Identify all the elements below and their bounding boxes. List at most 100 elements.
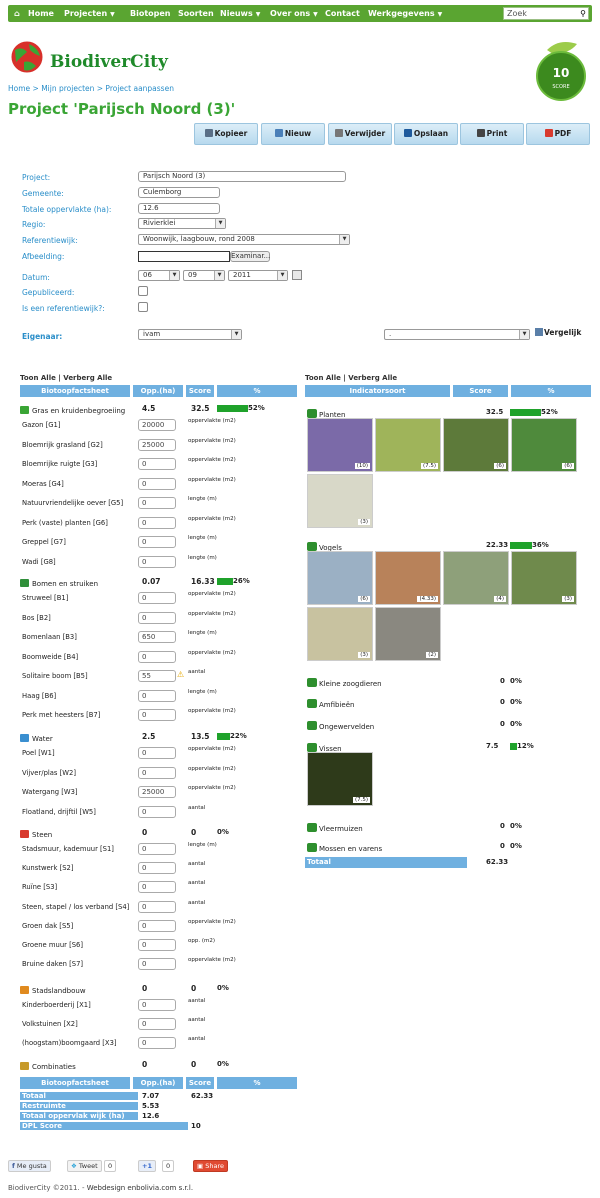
category-pct-bar — [217, 578, 233, 585]
row-input[interactable]: 0 — [138, 747, 176, 759]
nav-nieuws[interactable]: Nieuws ▼ — [220, 5, 260, 22]
home-icon[interactable]: ⌂ — [14, 5, 20, 22]
month-select[interactable]: 09 ▼ — [183, 270, 225, 281]
row-input[interactable]: 0 — [138, 1037, 176, 1050]
year-select[interactable]: 2011 ▼ — [228, 270, 288, 281]
breadcrumb[interactable]: Home > Mijn projecten > Project aanpasse… — [8, 84, 174, 93]
calendar-icon[interactable] — [292, 270, 302, 280]
row-input[interactable]: 0 — [138, 689, 176, 702]
row-input[interactable]: 0 — [138, 805, 176, 818]
search-icon[interactable]: ⚲ — [580, 8, 586, 19]
species-photo[interactable]: (6) — [511, 418, 577, 472]
indicator-pct: 52% — [541, 408, 558, 416]
row-input[interactable]: 0 — [138, 958, 176, 971]
share-button[interactable]: ▣ Share — [193, 1160, 228, 1172]
species-photo[interactable]: (3) — [511, 551, 577, 605]
row-input[interactable]: 0 — [138, 881, 176, 894]
row-input[interactable]: 0 — [138, 709, 176, 721]
indicator-pct-bar — [510, 409, 541, 416]
category-opp: 0 — [142, 984, 148, 993]
opp-field[interactable]: 12.6 — [138, 203, 220, 214]
nav-projecten[interactable]: Projecten ▼ — [64, 5, 115, 22]
row-input[interactable]: 0 — [138, 611, 176, 624]
row-input[interactable]: 0 — [138, 1018, 176, 1031]
category-icon — [20, 1062, 29, 1070]
species-photo[interactable]: (7.5) — [307, 752, 373, 806]
compare-button[interactable]: Vergelijk — [535, 328, 581, 337]
tweet-button[interactable]: ❖ Tweet — [67, 1160, 102, 1172]
print-button[interactable]: Print — [460, 123, 524, 145]
nav-werkgegevens[interactable]: Werkgegevens ▼ — [368, 5, 442, 22]
footer-credit-link[interactable]: Webdesign enbolivia.com s.r.l. — [87, 1184, 193, 1192]
eigenaar-select[interactable]: ivam ▼ — [138, 329, 242, 340]
row-input[interactable]: 0 — [138, 650, 176, 663]
browse-button[interactable]: Examinar... — [230, 251, 270, 262]
row-input[interactable]: 0 — [138, 919, 176, 932]
row-input[interactable]: 0 — [138, 458, 176, 470]
compare-select[interactable]: . ▼ — [384, 329, 530, 340]
referentiewijk-checkbox[interactable] — [138, 302, 148, 312]
gemeente-field[interactable]: Culemborg — [138, 187, 220, 198]
plusone-count: 0 — [162, 1160, 175, 1172]
row-input[interactable]: 0 — [138, 766, 176, 779]
file-input[interactable] — [138, 251, 230, 262]
right-toggle[interactable]: Toon Alle | Verberg Alle — [305, 374, 397, 382]
species-photo[interactable]: (4.33) — [375, 551, 441, 605]
gepubliceerd-checkbox[interactable] — [138, 286, 148, 296]
row-input[interactable]: 0 — [138, 536, 176, 548]
nav-soorten[interactable]: Soorten — [178, 5, 214, 22]
row-input[interactable]: 25000 — [138, 438, 176, 451]
row-input[interactable]: 0 — [138, 555, 176, 568]
left-toggle[interactable]: Toon Alle | Verberg Alle — [20, 374, 112, 382]
species-photo[interactable]: (4) — [443, 551, 509, 605]
row-input[interactable]: 20000 — [138, 419, 176, 431]
row-input[interactable]: 0 — [138, 592, 176, 604]
referentiewijk-select[interactable]: Woonwijk, laagbouw, rond 2008 ▼ — [138, 234, 350, 245]
badge-score: 10 — [552, 66, 570, 80]
row-input[interactable]: 0 — [138, 900, 176, 913]
delete-button[interactable]: Verwijder — [328, 123, 392, 145]
row-unit: aantal — [188, 804, 206, 811]
facebook-like-button[interactable]: f Me gusta — [8, 1160, 51, 1172]
indicator-score: 0 — [500, 720, 505, 728]
new-button[interactable]: Nieuw — [261, 123, 325, 145]
regio-select[interactable]: Rivierklei ▼ — [138, 218, 226, 229]
save-button[interactable]: Opslaan — [394, 123, 458, 145]
row-input[interactable]: 0 — [138, 516, 176, 529]
species-photo[interactable]: (6) — [443, 418, 509, 472]
nav-over-ons[interactable]: Over ons ▼ — [270, 5, 318, 22]
row-unit: aantal — [188, 1036, 206, 1043]
search-input[interactable]: Zoek ⚲ — [503, 7, 589, 20]
row-input[interactable]: 0 — [138, 843, 176, 855]
pdf-icon — [544, 129, 553, 137]
category-3: Steen — [20, 830, 52, 839]
species-photo[interactable]: (3) — [307, 607, 373, 661]
indicator-pct: 0% — [510, 822, 522, 830]
indicator-score: 22.33 — [486, 541, 509, 549]
row-label: Groen dak [S5] — [22, 921, 74, 930]
pdf-button[interactable]: PDF — [526, 123, 590, 145]
row-input[interactable]: 0 — [138, 999, 176, 1011]
day-select[interactable]: 06 ▼ — [138, 270, 180, 281]
species-photo[interactable]: (2) — [375, 607, 441, 661]
row-input[interactable]: 25000 — [138, 786, 176, 798]
row-input[interactable]: 650 — [138, 631, 176, 643]
row-input[interactable]: 55 — [138, 670, 176, 682]
species-photo[interactable]: (3) — [307, 474, 373, 528]
plusone-button[interactable]: +1 — [138, 1160, 156, 1172]
category-pct: 22% — [230, 732, 247, 740]
species-photo[interactable]: (10) — [307, 418, 373, 472]
nav-contact[interactable]: Contact — [325, 5, 360, 22]
row-input[interactable]: 0 — [138, 497, 176, 509]
species-photo[interactable]: (6) — [307, 551, 373, 605]
category-name: Gras en kruidenbegroeiing — [32, 407, 126, 415]
copy-button[interactable]: Kopieer — [194, 123, 258, 145]
nav-biotopen[interactable]: Biotopen — [130, 5, 171, 22]
project-field[interactable]: Parijsch Noord (3) — [138, 171, 346, 182]
row-input[interactable]: 0 — [138, 862, 176, 875]
row-input[interactable]: 0 — [138, 477, 176, 490]
row-input[interactable]: 0 — [138, 939, 176, 951]
nav-home[interactable]: Home — [28, 5, 54, 22]
indicator-name: Ongewervelden — [319, 723, 375, 731]
species-photo[interactable]: (7.5) — [375, 418, 441, 472]
